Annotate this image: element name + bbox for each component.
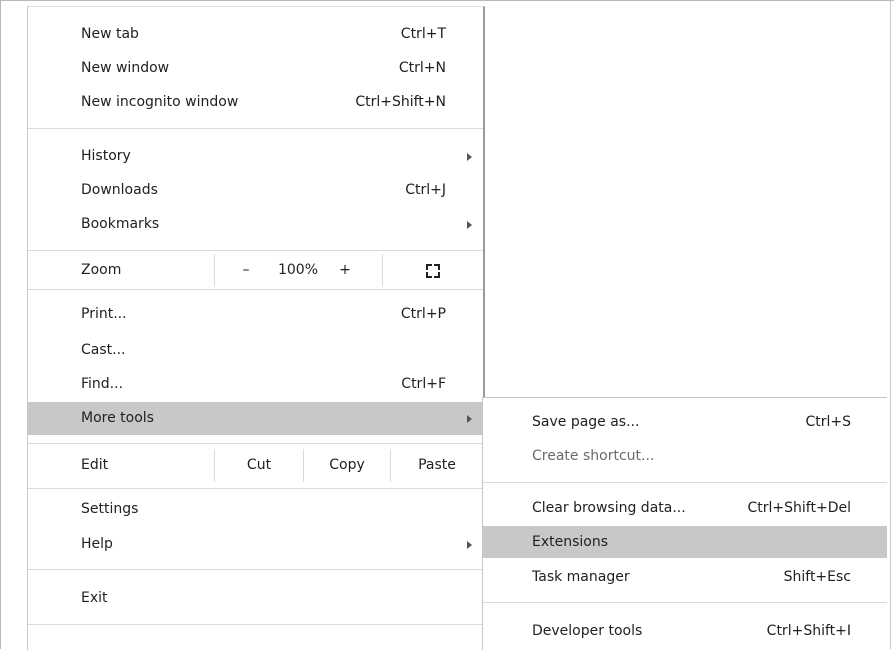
menu-item-shortcut: Ctrl+T	[400, 26, 446, 42]
submenu-item-create-shortcut[interactable]: Create shortcut...	[483, 440, 887, 472]
window-right-border	[890, 0, 891, 649]
submenu-item-label: Developer tools	[532, 623, 643, 639]
submenu-item-developer-tools[interactable]: Developer tools Ctrl+Shift+I	[483, 615, 887, 647]
edit-label: Edit	[81, 457, 109, 473]
menu-item-shortcut: Ctrl+P	[400, 306, 446, 322]
zoom-level-value: 100%	[277, 262, 319, 278]
menu-item-find[interactable]: Find... Ctrl+F	[28, 368, 483, 401]
menu-item-new-incognito-window[interactable]: New incognito window Ctrl+Shift+N	[28, 86, 483, 119]
menu-separator	[28, 250, 483, 251]
submenu-separator	[483, 602, 887, 603]
zoom-label: Zoom	[81, 262, 122, 278]
submenu-item-shortcut: Ctrl+Shift+Del	[747, 500, 851, 516]
menu-item-label: History	[81, 148, 131, 164]
menu-separator	[28, 443, 483, 444]
menu-item-history[interactable]: History	[28, 140, 483, 173]
submenu-item-label: Save page as...	[532, 414, 640, 430]
zoom-divider	[382, 254, 383, 287]
menu-item-label: Print...	[81, 306, 127, 322]
menu-item-settings[interactable]: Settings	[28, 493, 483, 526]
menu-item-shortcut: Ctrl+F	[401, 376, 446, 392]
menu-item-label: Find...	[81, 376, 124, 392]
submenu-item-shortcut: Ctrl+Shift+I	[766, 623, 851, 639]
menu-item-label: Downloads	[81, 182, 158, 198]
paste-button[interactable]: Paste	[391, 449, 483, 482]
menu-item-label: Settings	[81, 501, 139, 517]
menu-item-label: New tab	[81, 26, 139, 42]
submenu-item-shortcut: Ctrl+S	[805, 414, 851, 430]
menu-item-help[interactable]: Help	[28, 528, 483, 561]
menu-item-label: New incognito window	[81, 94, 239, 110]
submenu-item-clear-browsing-data[interactable]: Clear browsing data... Ctrl+Shift+Del	[483, 492, 887, 524]
fullscreen-icon[interactable]	[426, 264, 440, 278]
menu-item-new-tab[interactable]: New tab Ctrl+T	[28, 18, 483, 51]
copy-button[interactable]: Copy	[304, 449, 390, 482]
menu-item-label: More tools	[81, 410, 154, 426]
zoom-in-button[interactable]: +	[330, 254, 360, 287]
menu-item-print[interactable]: Print... Ctrl+P	[28, 298, 483, 331]
menu-item-shortcut: Ctrl+N	[398, 60, 446, 76]
submenu-item-label: Create shortcut...	[532, 448, 655, 464]
menu-separator	[28, 128, 483, 129]
browser-main-menu: New tab Ctrl+T New window Ctrl+N New inc…	[27, 6, 485, 650]
menu-item-bookmarks[interactable]: Bookmarks	[28, 208, 483, 241]
zoom-divider	[214, 254, 215, 287]
window-left-border	[0, 0, 1, 649]
zoom-out-button[interactable]: –	[231, 254, 261, 287]
submenu-separator	[483, 482, 887, 483]
menu-edit-row: Edit Cut Copy Paste	[28, 449, 483, 482]
submenu-item-extensions[interactable]: Extensions	[483, 526, 887, 558]
menu-item-label: Bookmarks	[81, 216, 160, 232]
menu-item-cast[interactable]: Cast...	[28, 334, 483, 367]
menu-item-downloads[interactable]: Downloads Ctrl+J	[28, 174, 483, 207]
menu-item-label: Exit	[81, 590, 108, 606]
submenu-item-shortcut: Shift+Esc	[783, 569, 851, 585]
menu-item-label: Help	[81, 536, 113, 552]
submenu-arrow-icon	[467, 541, 472, 549]
more-tools-submenu: Save page as... Ctrl+S Create shortcut..…	[482, 397, 887, 650]
menu-item-exit[interactable]: Exit	[28, 582, 483, 615]
menu-item-more-tools[interactable]: More tools	[28, 402, 483, 435]
cut-button[interactable]: Cut	[215, 449, 303, 482]
menu-item-shortcut: Ctrl+J	[405, 182, 446, 198]
menu-item-label: New window	[81, 60, 170, 76]
submenu-arrow-icon	[467, 153, 472, 161]
menu-separator	[28, 569, 483, 570]
menu-item-new-window[interactable]: New window Ctrl+N	[28, 52, 483, 85]
menu-zoom-row: Zoom – 100% +	[28, 254, 483, 287]
menu-item-label: Cast...	[81, 342, 126, 358]
menu-separator	[28, 289, 483, 290]
menu-separator	[28, 624, 483, 625]
window-top-border	[0, 0, 894, 1]
submenu-item-label: Extensions	[532, 534, 609, 550]
submenu-item-label: Task manager	[532, 569, 630, 585]
submenu-item-label: Clear browsing data...	[532, 500, 686, 516]
submenu-arrow-icon	[467, 415, 472, 423]
submenu-item-task-manager[interactable]: Task manager Shift+Esc	[483, 561, 887, 593]
submenu-arrow-icon	[467, 221, 472, 229]
menu-item-shortcut: Ctrl+Shift+N	[355, 94, 446, 110]
menu-separator	[28, 488, 483, 489]
submenu-item-save-page-as[interactable]: Save page as... Ctrl+S	[483, 406, 887, 438]
